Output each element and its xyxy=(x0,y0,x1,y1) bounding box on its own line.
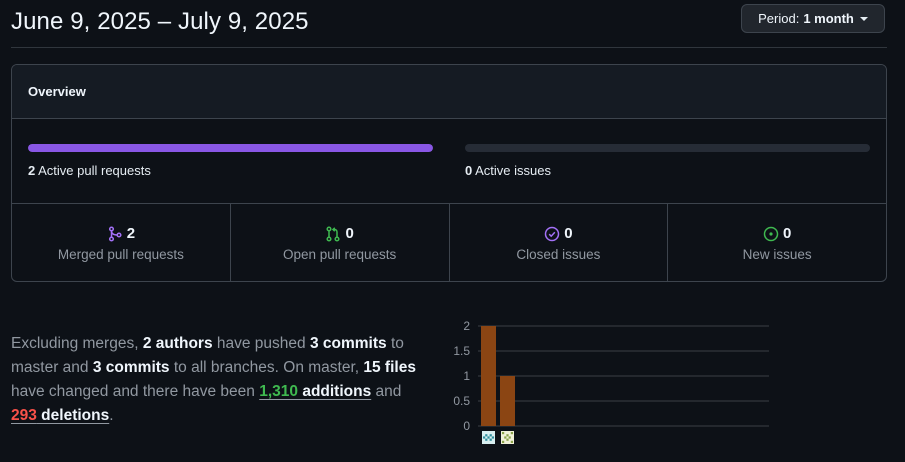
overview-bars: 2 Active pull requests 0 Active issues xyxy=(12,119,886,204)
summary-text: and xyxy=(371,383,402,400)
period-label: Period: xyxy=(758,11,800,26)
additions-word: additions xyxy=(298,383,372,400)
period-select-button[interactable]: Period: 1 month xyxy=(741,4,885,33)
active-pull-requests-count: 2 xyxy=(28,163,36,178)
additions-link[interactable]: 1,310 additions xyxy=(259,383,371,400)
active-issues-count: 0 xyxy=(465,163,473,178)
open-pull-requests-count: 0 xyxy=(345,225,354,242)
active-pull-requests-text: Active pull requests xyxy=(38,163,151,178)
y-tick-label: 2 xyxy=(463,319,470,333)
commits-count: 3 commits xyxy=(309,335,387,352)
new-issues-label: New issues xyxy=(742,246,812,262)
y-tick-label: 1.5 xyxy=(453,344,470,358)
commit-bar xyxy=(481,326,496,426)
overview-stats: 2 Merged pull requests 0 Open pull reque… xyxy=(12,204,886,281)
y-tick-label: 0.5 xyxy=(453,394,470,408)
stat-open-pull-requests[interactable]: 0 Open pull requests xyxy=(231,204,450,281)
git-merge-icon xyxy=(108,225,122,242)
new-issues-count: 0 xyxy=(782,225,792,242)
author-avatar xyxy=(482,431,495,444)
issues-bar[interactable] xyxy=(465,144,870,152)
issue-opened-icon xyxy=(763,226,779,241)
files-changed-count: 15 files xyxy=(363,359,416,376)
stat-merged-pull-requests[interactable]: 2 Merged pull requests xyxy=(12,204,231,281)
overview-panel: Overview 2 Active pull requests 0 Active… xyxy=(11,64,887,282)
active-issues-text: Active issues xyxy=(475,163,552,178)
active-issues-label[interactable]: 0 Active issues xyxy=(465,163,551,178)
overview-header: Overview xyxy=(12,65,886,119)
author-avatar xyxy=(501,431,514,444)
merged-pull-requests-label: Merged pull requests xyxy=(57,246,184,262)
closed-issues-label: Closed issues xyxy=(516,246,601,262)
additions-count: 1,310 xyxy=(259,383,299,400)
summary-text: Excluding merges, xyxy=(11,335,143,352)
deletions-count: 293 xyxy=(11,407,37,424)
git-pull-request-icon xyxy=(326,225,341,242)
merged-pull-requests-count: 2 xyxy=(126,225,136,242)
deletions-word: deletions xyxy=(36,407,110,424)
summary-text: . xyxy=(109,407,114,424)
pull-requests-bar[interactable] xyxy=(28,144,433,152)
issue-closed-icon xyxy=(544,226,560,241)
summary-text: have pushed xyxy=(212,335,310,352)
stat-closed-issues[interactable]: 0 Closed issues xyxy=(450,204,669,281)
period-value: 1 month xyxy=(803,11,854,26)
commit-bar xyxy=(500,376,515,426)
commit-summary: Excluding merges, 2 authors have pushed … xyxy=(11,332,431,428)
header-divider xyxy=(11,47,887,48)
deletions-link[interactable]: 293 deletions xyxy=(11,407,109,424)
caret-down-icon xyxy=(859,16,868,21)
active-pull-requests-label[interactable]: 2 Active pull requests xyxy=(28,163,151,178)
authors-count: 2 authors xyxy=(142,335,213,352)
summary-text: have changed and there have been xyxy=(11,383,260,400)
stat-new-issues[interactable]: 0 New issues xyxy=(668,204,886,281)
commits-by-author-chart: 2 1.5 1 0.5 0 xyxy=(453,319,769,444)
y-tick-label: 1 xyxy=(463,369,470,383)
all-branches-commits-count: 3 commits xyxy=(92,359,170,376)
closed-issues-count: 0 xyxy=(564,225,573,242)
y-tick-label: 0 xyxy=(463,419,470,433)
date-range-title: June 9, 2025 – July 9, 2025 xyxy=(11,8,309,35)
open-pull-requests-label: Open pull requests xyxy=(282,246,397,262)
summary-text: to all branches. On master, xyxy=(169,359,364,376)
pull-requests-bar-fill xyxy=(28,144,433,152)
